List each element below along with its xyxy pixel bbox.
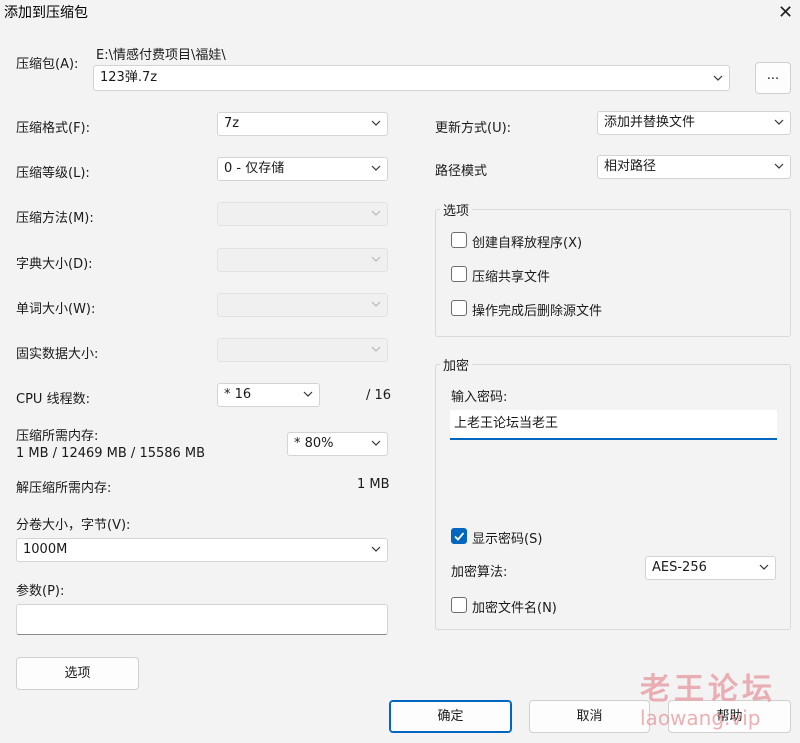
memory-value: * 80% xyxy=(294,436,334,451)
chevron-down-icon xyxy=(371,345,381,353)
pathmode-value: 相对路径 xyxy=(604,159,657,174)
threads-label: CPU 线程数: xyxy=(16,392,90,407)
password-input[interactable]: 上老王论坛当老王 xyxy=(450,410,777,440)
solid-label: 固实数据大小: xyxy=(16,347,99,362)
chevron-down-icon xyxy=(759,563,769,571)
pathmode-select[interactable]: 相对路径 xyxy=(597,155,791,179)
volume-value: 1000M xyxy=(23,542,68,557)
decomp-label: 解压缩所需内存: xyxy=(16,481,112,496)
chevron-down-icon xyxy=(774,118,784,126)
update-select[interactable]: 添加并替换文件 xyxy=(597,111,791,135)
archive-path: E:\情感付费项目\福娃\ xyxy=(96,48,226,63)
dict-select xyxy=(217,248,388,272)
chevron-down-icon xyxy=(371,300,381,308)
watermark-logo: 老王论坛 xyxy=(640,672,776,707)
encrypt-names-label[interactable]: 加密文件名(N) xyxy=(472,597,557,616)
encryption-method-value: AES-256 xyxy=(652,560,707,575)
checkmark-icon xyxy=(454,532,465,541)
chevron-down-icon xyxy=(774,162,784,170)
update-value: 添加并替换文件 xyxy=(604,115,696,130)
volume-select[interactable]: 1000M xyxy=(16,538,388,562)
level-select[interactable]: 0 - 仅存储 xyxy=(217,157,388,181)
chevron-down-icon xyxy=(371,255,381,263)
browse-button[interactable]: ... xyxy=(755,62,791,94)
chevron-down-icon xyxy=(371,209,381,217)
threads-max: / 16 xyxy=(366,388,392,403)
params-label: 参数(P): xyxy=(16,584,65,599)
encryption-method-label: 加密算法: xyxy=(451,565,508,580)
update-label: 更新方式(U): xyxy=(435,121,512,136)
level-label: 压缩等级(L): xyxy=(16,166,90,181)
password-value: 上老王论坛当老王 xyxy=(454,416,559,431)
memory-detail: 1 MB / 12469 MB / 15586 MB xyxy=(16,446,206,461)
chevron-down-icon xyxy=(303,390,313,398)
encryption-group-title: 加密 xyxy=(440,355,473,374)
chevron-down-icon xyxy=(713,74,723,82)
options-group-title: 选项 xyxy=(440,200,473,219)
decomp-value: 1 MB xyxy=(357,477,390,492)
options-button[interactable]: 选项 xyxy=(16,657,139,690)
shared-files-label[interactable]: 压缩共享文件 xyxy=(472,266,550,285)
encrypt-names-checkbox[interactable] xyxy=(451,597,467,613)
memory-select[interactable]: * 80% xyxy=(287,432,388,456)
memory-label: 压缩所需内存: xyxy=(16,429,99,444)
encryption-method-select[interactable]: AES-256 xyxy=(645,556,776,580)
sfx-label[interactable]: 创建自释放程序(X) xyxy=(472,232,582,251)
solid-select xyxy=(217,338,388,362)
show-password-label[interactable]: 显示密码(S) xyxy=(472,528,542,547)
archive-name-value: 123弹.7z xyxy=(100,70,158,85)
watermark-url: laowang.vip xyxy=(640,706,761,730)
ok-button[interactable]: 确定 xyxy=(389,700,512,733)
format-select[interactable]: 7z xyxy=(217,112,388,136)
threads-value: * 16 xyxy=(224,387,252,402)
password-label: 输入密码: xyxy=(451,390,508,405)
chevron-down-icon xyxy=(371,119,381,127)
archive-label: 压缩包(A): xyxy=(16,57,79,72)
method-label: 压缩方法(M): xyxy=(16,211,94,226)
delete-source-checkbox[interactable] xyxy=(451,300,467,316)
params-input[interactable] xyxy=(16,604,388,635)
close-icon[interactable]: ✕ xyxy=(778,2,793,23)
threads-select[interactable]: * 16 xyxy=(217,383,320,407)
volume-label: 分卷大小，字节(V): xyxy=(16,518,131,533)
format-value: 7z xyxy=(224,116,240,131)
method-select xyxy=(217,202,388,226)
chevron-down-icon xyxy=(371,439,381,447)
sfx-checkbox[interactable] xyxy=(451,232,467,248)
cancel-button[interactable]: 取消 xyxy=(529,700,650,733)
window-title: 添加到压缩包 xyxy=(4,5,88,21)
format-label: 压缩格式(F): xyxy=(16,121,91,136)
show-password-checkbox[interactable] xyxy=(451,528,467,544)
chevron-down-icon xyxy=(371,164,381,172)
level-value: 0 - 仅存储 xyxy=(224,161,285,176)
archive-name-combo[interactable]: 123弹.7z xyxy=(93,65,730,91)
chevron-down-icon xyxy=(371,545,381,553)
word-label: 单词大小(W): xyxy=(16,302,96,317)
pathmode-label: 路径模式 xyxy=(435,164,488,179)
dict-label: 字典大小(D): xyxy=(16,257,93,272)
delete-source-label[interactable]: 操作完成后删除源文件 xyxy=(472,300,602,319)
word-select xyxy=(217,293,388,317)
shared-files-checkbox[interactable] xyxy=(451,266,467,282)
